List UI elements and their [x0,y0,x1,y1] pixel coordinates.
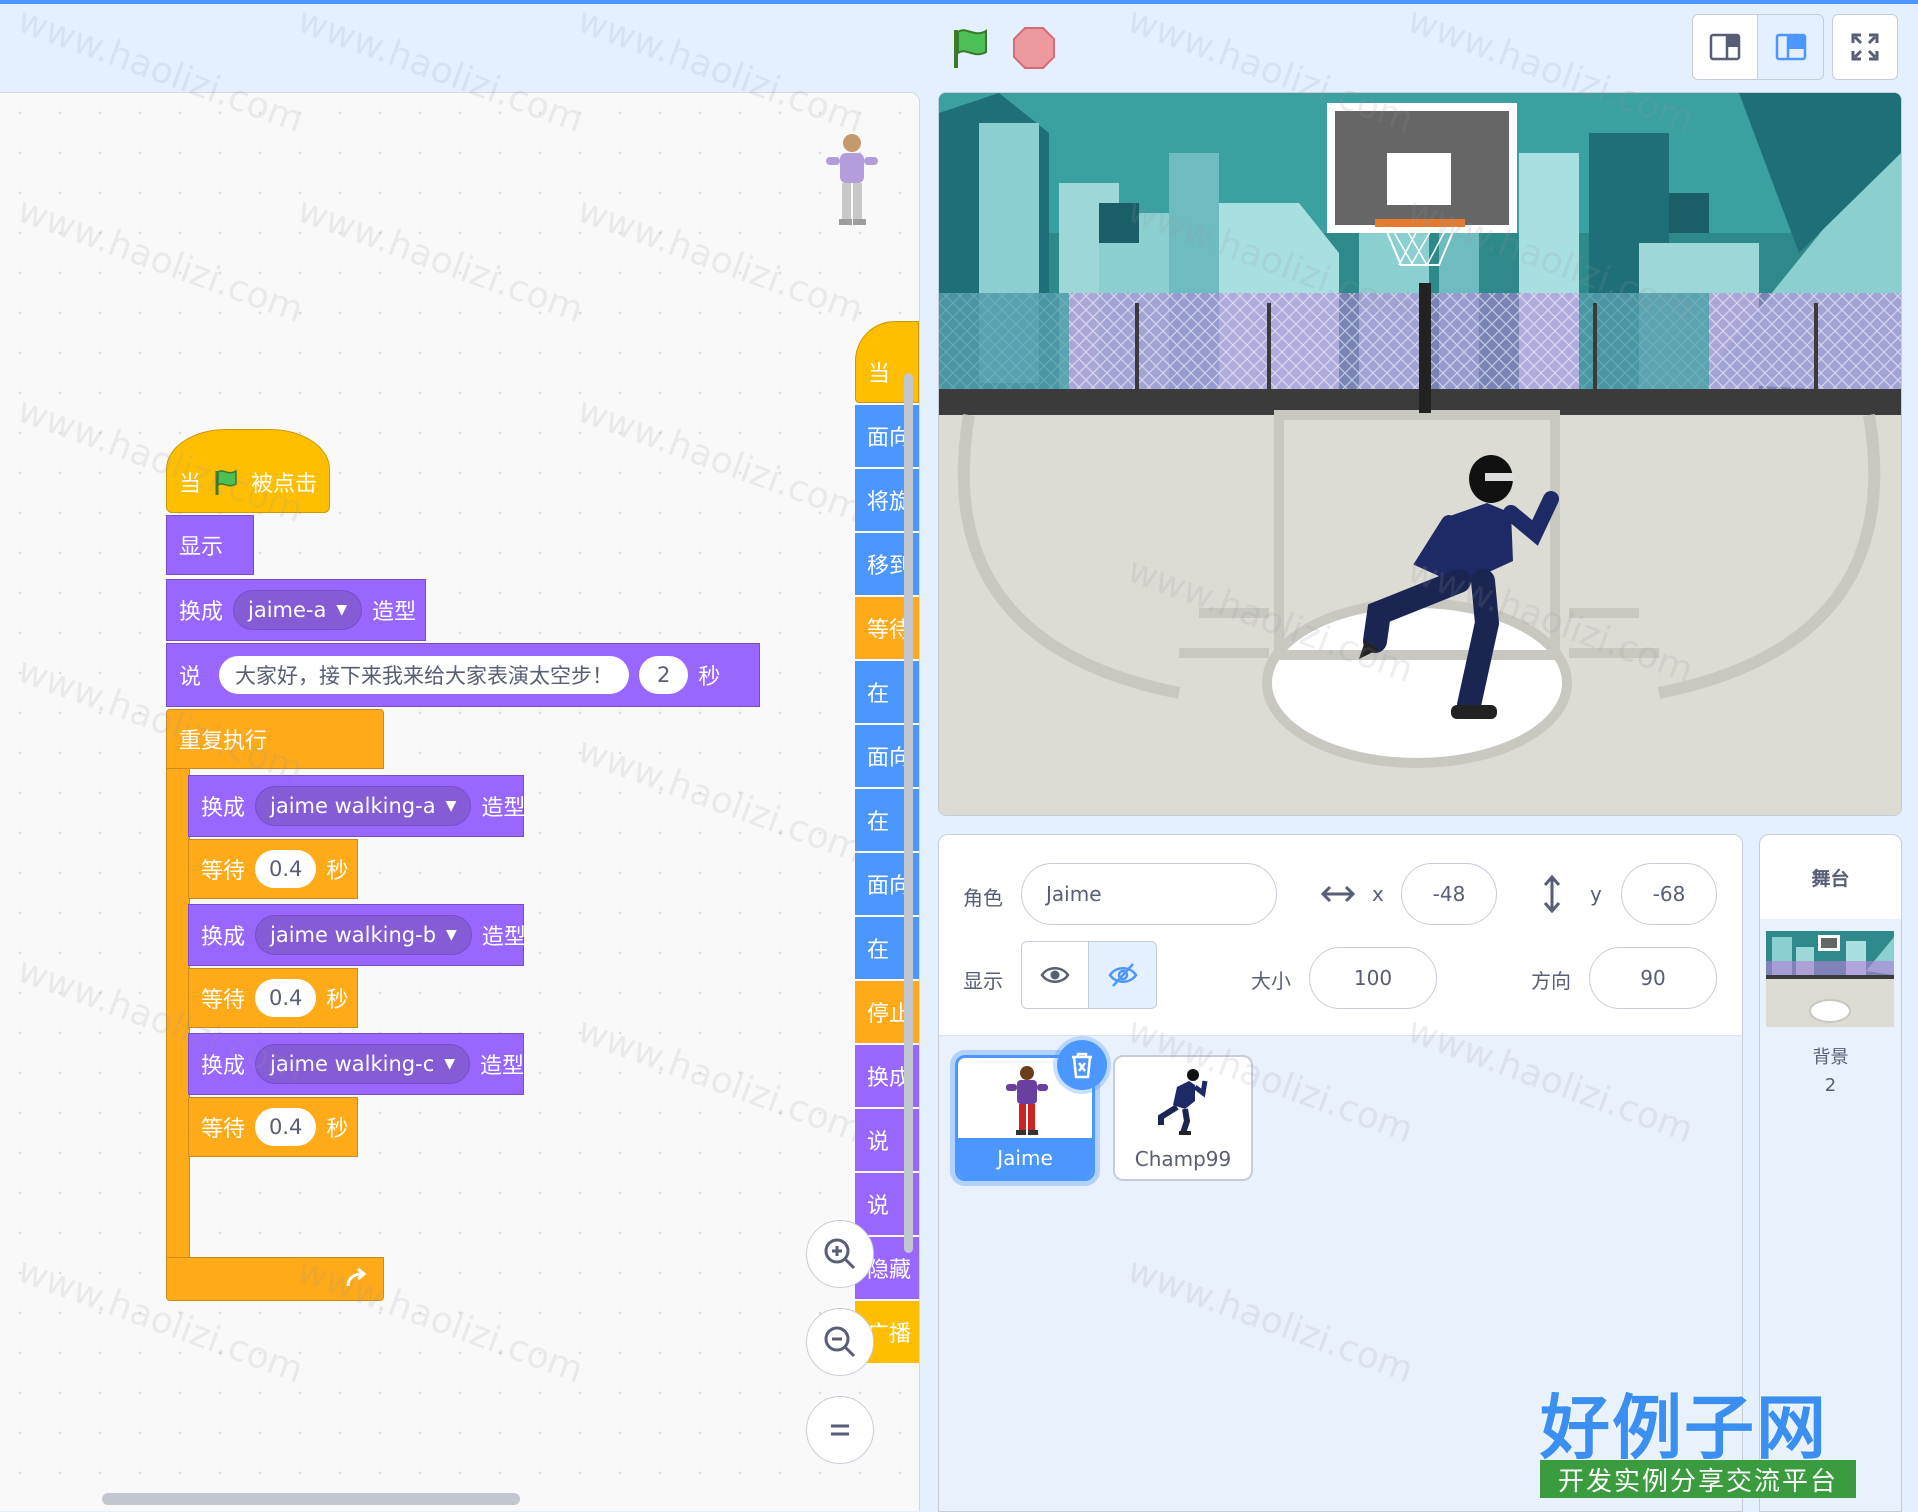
workspace-vertical-scrollbar[interactable] [904,373,913,1253]
stage-title: 舞台 [1760,835,1901,920]
eye-icon [1040,967,1070,983]
backdrops-label: 背景 [1812,1047,1849,1068]
zoom-in-button[interactable] [806,1220,874,1288]
green-flag-icon [954,29,987,68]
x-label: x [1372,882,1384,906]
dropdown-caret-icon: ▼ [336,602,348,618]
switch-costume-block[interactable]: 换成 jaime walking-b ▼ 造型 [188,904,526,966]
green-flag-button[interactable] [948,26,992,74]
sprite-label: 角色 [963,886,1003,910]
costume-dropdown[interactable]: jaime walking-a ▼ [255,786,472,826]
trash-icon [1072,1052,1092,1079]
brand-tagline: 开发实例分享交流平台 [1540,1460,1856,1498]
switch-costume-block[interactable]: 换成 jaime-a ▼ 造型 [166,579,426,641]
costume-dropdown[interactable]: jaime walking-b ▼ [255,915,472,955]
small-stage-button[interactable] [1692,14,1758,80]
zoom-out-icon [824,1326,856,1358]
dropdown-caret-icon: ▼ [444,1056,456,1072]
say-message-input[interactable]: 大家好，接下来我来给大家表演太空步！ [219,656,630,694]
zoom-reset-button[interactable] [806,1396,874,1464]
switch-costume-block[interactable]: 换成 jaime walking-a ▼ 造型 [188,775,525,837]
sprite-tile-name: Jaime [958,1138,1092,1178]
sprite-tile-champ99[interactable]: Champ99 [1113,1055,1253,1181]
y-input[interactable]: -68 [1621,863,1717,925]
sprite-name-input[interactable]: Jaime [1021,863,1277,925]
champ99-costume-icon [1158,1069,1208,1135]
vertical-arrows-icon [1543,875,1561,913]
when-flag-clicked-block[interactable]: 当 被点击 [166,429,330,513]
costume-dropdown[interactable]: jaime walking-c ▼ [255,1044,471,1084]
wait-secs-input[interactable]: 0.4 [255,1108,317,1146]
delete-sprite-button[interactable] [1057,1040,1107,1090]
backdrops-count: 2 [1824,1075,1837,1096]
y-label: y [1590,882,1602,906]
zoom-in-icon [824,1238,856,1270]
fullscreen-icon [1851,33,1879,61]
wait-secs-input[interactable]: 0.4 [255,979,317,1017]
large-stage-layout-icon [1775,33,1806,61]
say-secs-input[interactable]: 2 [639,656,689,694]
code-workspace[interactable]: 当 被点击 显示 换成 jaime-a ▼ 造型 说 大家好，接下来我来给大家表演… [0,92,920,1511]
switch-costume-block[interactable]: 换成 jaime walking-c ▼ 造型 [188,1033,524,1095]
show-sprite-button[interactable] [1021,941,1089,1009]
sprite-tile-name: Champ99 [1134,1147,1232,1171]
stage-canvas[interactable] [938,92,1902,816]
size-input[interactable]: 100 [1309,947,1437,1009]
loop-arrow-icon [346,1267,367,1287]
show-block[interactable]: 显示 [166,515,254,575]
equals-icon [831,1424,849,1436]
direction-label: 方向 [1531,969,1571,993]
basketball-court-backdrop [939,93,1901,815]
costume-dropdown[interactable]: jaime-a ▼ [233,590,363,630]
x-input[interactable]: -48 [1401,863,1497,925]
sprite-thumbnail-icon [826,134,878,225]
dropdown-caret-icon: ▼ [445,798,457,814]
small-stage-layout-icon [1709,33,1741,61]
stop-button[interactable] [1012,26,1056,74]
forever-block-footer [166,1257,384,1301]
forever-block-arm [166,769,190,1259]
fullscreen-button[interactable] [1832,14,1898,80]
green-flag-icon [215,469,237,495]
wait-block[interactable]: 等待 0.4 秒 [188,1097,358,1157]
wait-secs-input[interactable]: 0.4 [255,850,317,888]
say-for-secs-block[interactable]: 说 大家好，接下来我来给大家表演太空步！ 2 秒 [166,643,760,707]
horizontal-arrows-icon [1321,885,1355,903]
top-accent-line [0,0,1918,4]
hide-sprite-button[interactable] [1089,941,1157,1009]
direction-input[interactable]: 90 [1589,947,1717,1009]
eye-slash-icon [1107,963,1138,987]
wait-block[interactable]: 等待 0.4 秒 [188,968,358,1028]
stop-sign-icon [1013,27,1055,69]
jaime-costume-icon [1006,1066,1048,1135]
brand-watermark: 好例子网 开发实例分享交流平台 [1540,1372,1856,1500]
size-label: 大小 [1251,969,1291,993]
workspace-horizontal-scrollbar[interactable] [102,1493,520,1505]
large-stage-button[interactable] [1758,14,1824,80]
zoom-out-button[interactable] [806,1308,874,1376]
brand-logo-text: 好例子网 [1540,1387,1828,1469]
backdrop-thumbnail [1766,931,1894,1027]
show-label: 显示 [963,969,1003,993]
forever-block[interactable]: 重复执行 [166,709,384,769]
wait-block[interactable]: 等待 0.4 秒 [188,839,358,899]
dropdown-caret-icon: ▼ [446,927,457,943]
sprite-info: 角色 Jaime x -48 y -68 显示 大小 100 方向 90 [939,835,1742,1036]
